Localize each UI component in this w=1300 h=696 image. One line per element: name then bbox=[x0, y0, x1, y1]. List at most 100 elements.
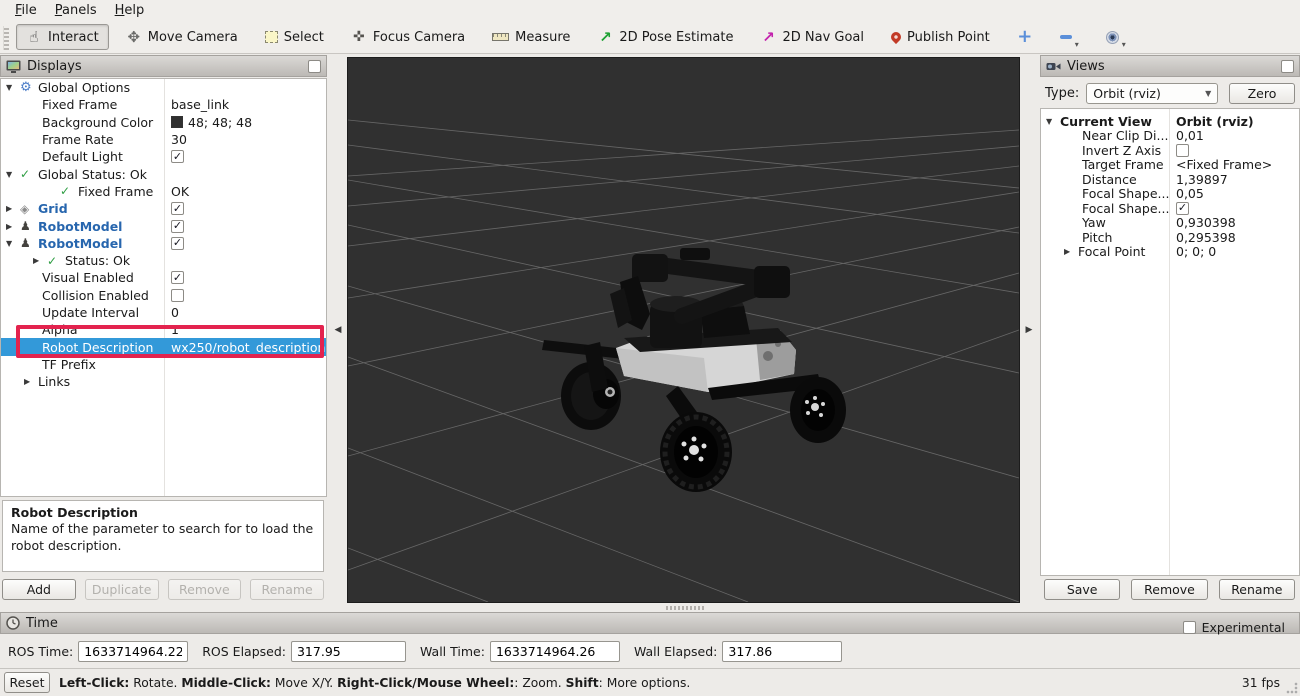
expand-arrow-icon[interactable]: ▶ bbox=[24, 377, 38, 386]
duplicate-button: Duplicate bbox=[85, 579, 159, 600]
remove-button[interactable]: Remove bbox=[1131, 579, 1207, 600]
tree-row-focal-shape-size[interactable]: Focal Shape...0,05 bbox=[1041, 187, 1299, 202]
horizontal-splitter-handle[interactable] bbox=[666, 606, 704, 610]
checkbox[interactable] bbox=[171, 237, 184, 250]
3d-viewport[interactable] bbox=[347, 57, 1020, 603]
toolbar-drag-handle[interactable] bbox=[3, 26, 9, 50]
property-value[interactable]: base_link bbox=[171, 97, 229, 112]
checkbox[interactable] bbox=[171, 202, 184, 215]
property-value[interactable]: 0; 0; 0 bbox=[1176, 244, 1216, 259]
tree-row-links[interactable]: ▶Links bbox=[1, 373, 326, 390]
tree-row-fixed-frame-status[interactable]: ✓Fixed FrameOK bbox=[1, 183, 326, 200]
property-value[interactable]: 48; 48; 48 bbox=[188, 115, 252, 130]
expand-arrow-icon[interactable]: ▶ bbox=[33, 256, 47, 265]
displays-panel-checkbox[interactable] bbox=[308, 60, 321, 73]
rename-button[interactable]: Rename bbox=[1219, 579, 1295, 600]
remove-tool-button[interactable]: ▾ bbox=[1050, 24, 1089, 50]
checkbox[interactable] bbox=[1176, 202, 1189, 215]
add-button[interactable]: Add bbox=[2, 579, 76, 600]
ros-elapsed-input[interactable] bbox=[291, 641, 406, 662]
tree-row-tf-prefix[interactable]: TF Prefix bbox=[1, 356, 326, 373]
add-tool-button[interactable]: + bbox=[1007, 24, 1043, 50]
select-tool-button[interactable]: Select bbox=[255, 24, 334, 50]
tree-row-default-light[interactable]: Default Light bbox=[1, 148, 326, 165]
tree-row-pitch[interactable]: Pitch0,295398 bbox=[1041, 230, 1299, 245]
property-value[interactable]: wx250/robot_description bbox=[171, 340, 325, 355]
tree-row-robot-model-1[interactable]: ▶♟RobotModel bbox=[1, 217, 326, 234]
experimental-checkbox[interactable] bbox=[1183, 621, 1196, 634]
checkbox[interactable] bbox=[171, 220, 184, 233]
move-camera-tool-button[interactable]: ✥Move Camera bbox=[116, 24, 248, 50]
property-value[interactable]: 1 bbox=[171, 322, 179, 337]
collapse-arrow-icon[interactable]: ▼ bbox=[6, 170, 20, 179]
tree-row-target-frame[interactable]: Target Frame<Fixed Frame> bbox=[1041, 158, 1299, 173]
menu-panels[interactable]: Panels bbox=[46, 1, 106, 20]
tree-row-fixed-frame[interactable]: Fixed Framebase_link bbox=[1, 96, 326, 113]
property-value[interactable]: OK bbox=[171, 184, 189, 199]
expand-arrow-icon[interactable]: ▶ bbox=[6, 222, 20, 231]
expand-arrow-icon[interactable]: ▶ bbox=[6, 204, 20, 213]
time-panel-title: Time bbox=[26, 616, 58, 631]
left-panel-collapse-handle[interactable]: ◀ bbox=[331, 313, 345, 347]
tree-row-current-view[interactable]: ▼Current ViewOrbit (rviz) bbox=[1041, 114, 1299, 129]
property-value[interactable]: 1,39897 bbox=[1176, 172, 1228, 187]
tree-row-focal-point[interactable]: ▶Focal Point0; 0; 0 bbox=[1041, 245, 1299, 260]
save-button[interactable]: Save bbox=[1044, 579, 1120, 600]
tool-visibility-button[interactable]: ▾ bbox=[1096, 24, 1136, 50]
property-value[interactable]: 0 bbox=[171, 305, 179, 320]
collapse-arrow-icon[interactable]: ▼ bbox=[1046, 117, 1060, 126]
property-value[interactable]: 0,01 bbox=[1176, 128, 1204, 143]
robot-model bbox=[542, 248, 846, 492]
ros-time-input[interactable] bbox=[78, 641, 188, 662]
views-panel-checkbox[interactable] bbox=[1281, 60, 1294, 73]
expand-arrow-icon[interactable]: ▶ bbox=[1064, 247, 1078, 256]
tree-row-grid[interactable]: ▶◈Grid bbox=[1, 200, 326, 217]
2d-pose-estimate-tool-button[interactable]: ↗2D Pose Estimate bbox=[587, 24, 743, 50]
tree-row-robot-description[interactable]: Robot Descriptionwx250/robot_description bbox=[1, 338, 326, 355]
reset-button[interactable]: Reset bbox=[4, 672, 50, 693]
tree-row-collision-enabled[interactable]: Collision Enabled bbox=[1, 287, 326, 304]
property-value[interactable]: 0,05 bbox=[1176, 186, 1204, 201]
collapse-arrow-icon[interactable]: ▼ bbox=[6, 83, 20, 92]
views-tree: ▼Current ViewOrbit (rviz)Near Clip Di...… bbox=[1040, 108, 1300, 576]
publish-point-tool-button[interactable]: Publish Point bbox=[881, 24, 1000, 50]
wall-time-input[interactable] bbox=[490, 641, 620, 662]
tree-row-distance[interactable]: Distance1,39897 bbox=[1041, 172, 1299, 187]
property-value[interactable]: 0,930398 bbox=[1176, 215, 1236, 230]
tree-row-status-ok[interactable]: ▶✓Status: Ok bbox=[1, 252, 326, 269]
wall-elapsed-input[interactable] bbox=[722, 641, 842, 662]
collapse-arrow-icon[interactable]: ▼ bbox=[6, 239, 20, 248]
right-panel-collapse-handle[interactable]: ▶ bbox=[1022, 313, 1036, 347]
checkbox[interactable] bbox=[171, 150, 184, 163]
zero-button[interactable]: Zero bbox=[1229, 83, 1295, 104]
tree-row-global-options[interactable]: ▼⚙Global Options bbox=[1, 79, 326, 96]
checkbox[interactable] bbox=[171, 289, 184, 302]
interact-tool-button[interactable]: ☝Interact bbox=[16, 24, 109, 50]
experimental-label: Experimental bbox=[1202, 620, 1285, 635]
menu-file[interactable]: File bbox=[6, 1, 46, 20]
checkbox[interactable] bbox=[1176, 144, 1189, 157]
tree-row-alpha[interactable]: Alpha1 bbox=[1, 321, 326, 338]
tree-row-near-clip-distance[interactable]: Near Clip Di...0,01 bbox=[1041, 129, 1299, 144]
2d-nav-goal-tool-button[interactable]: ↗2D Nav Goal bbox=[750, 24, 874, 50]
view-type-dropdown[interactable]: Orbit (rviz) ▼ bbox=[1086, 83, 1218, 104]
tree-row-yaw[interactable]: Yaw0,930398 bbox=[1041, 216, 1299, 231]
tree-row-robot-model-2[interactable]: ▼♟RobotModel bbox=[1, 235, 326, 252]
tree-row-focal-shape-fixed[interactable]: Focal Shape... bbox=[1041, 201, 1299, 216]
tree-row-global-status[interactable]: ▼✓Global Status: Ok bbox=[1, 165, 326, 182]
checkbox[interactable] bbox=[171, 271, 184, 284]
tree-row-update-interval[interactable]: Update Interval0 bbox=[1, 304, 326, 321]
focus-camera-tool-button[interactable]: ✜Focus Camera bbox=[341, 24, 475, 50]
property-value[interactable]: 30 bbox=[171, 132, 187, 147]
window-resize-grip[interactable] bbox=[1286, 682, 1298, 694]
measure-tool-button[interactable]: Measure bbox=[482, 24, 580, 50]
tree-row-visual-enabled[interactable]: Visual Enabled bbox=[1, 269, 326, 286]
property-value[interactable]: Orbit (rviz) bbox=[1176, 114, 1254, 129]
tree-row-background-color[interactable]: Background Color48; 48; 48 bbox=[1, 114, 326, 131]
tree-row-invert-z-axis[interactable]: Invert Z Axis bbox=[1041, 143, 1299, 158]
help-segment: Middle-Click: bbox=[181, 676, 271, 690]
menu-help[interactable]: Help bbox=[106, 1, 154, 20]
property-value[interactable]: <Fixed Frame> bbox=[1176, 157, 1272, 172]
property-value[interactable]: 0,295398 bbox=[1176, 230, 1236, 245]
tree-row-frame-rate[interactable]: Frame Rate30 bbox=[1, 131, 326, 148]
